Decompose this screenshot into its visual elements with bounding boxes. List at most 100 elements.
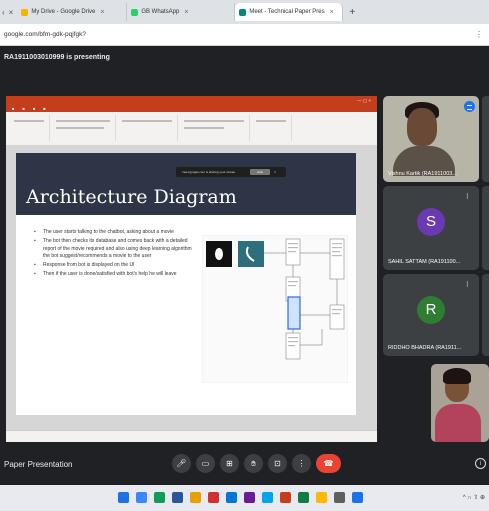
ribbon-tab[interactable]: ■ bbox=[12, 106, 14, 111]
ribbon-group bbox=[252, 115, 292, 141]
avatar: S bbox=[417, 208, 445, 236]
diagram-box bbox=[329, 238, 345, 280]
browser-tab-whatsapp[interactable]: GB WhatsApp × bbox=[127, 3, 236, 21]
participant-tile-video[interactable]: Vishnu Kartik (RA1911003... bbox=[383, 96, 479, 182]
ribbon-tab[interactable]: ■ bbox=[43, 106, 45, 111]
participant-tile-partial[interactable] bbox=[482, 274, 489, 356]
bullet-item: The user starts talking to the chatbot, … bbox=[34, 229, 194, 237]
ribbon-group bbox=[118, 115, 178, 141]
participant-name: SAHIL SATTAM (RA191100... bbox=[388, 259, 461, 265]
avatar: R bbox=[417, 296, 445, 324]
participant-tile-partial[interactable] bbox=[482, 186, 489, 270]
presenting-label: RA1911003010999 is presenting bbox=[4, 54, 110, 61]
user-icon bbox=[215, 248, 223, 260]
taskbar-app-icon[interactable] bbox=[244, 492, 255, 503]
microphone-button[interactable]: 🎤︎ bbox=[172, 454, 191, 473]
taskbar-app-icon[interactable] bbox=[298, 492, 309, 503]
taskbar-app-icon[interactable] bbox=[226, 492, 237, 503]
taskbar-app-icon[interactable] bbox=[316, 492, 327, 503]
present-button[interactable]: ⊞ bbox=[220, 454, 239, 473]
slide-canvas: meet.google.com is sharing your screen. … bbox=[6, 146, 377, 430]
browser-tab-bar: ‹ × My Drive - Google Drive × GB WhatsAp… bbox=[0, 0, 489, 24]
drive-icon bbox=[21, 8, 29, 16]
os-taskbar: ^ ∩ ⇧ ⊕ bbox=[0, 485, 489, 511]
info-icon[interactable]: i bbox=[475, 458, 486, 469]
self-view-tile[interactable] bbox=[431, 364, 489, 442]
participant-tile-sahil[interactable]: ⠇ S SAHIL SATTAM (RA191100... bbox=[383, 186, 479, 270]
more-options-icon[interactable]: ⠇ bbox=[466, 281, 471, 289]
participant-face bbox=[407, 108, 437, 146]
address-bar[interactable]: google.com/bfm-gdk-pqjfgk? ⋮ bbox=[0, 24, 489, 46]
meet-icon bbox=[239, 8, 247, 16]
slide-title: Architecture Diagram bbox=[26, 186, 237, 208]
close-icon[interactable]: × bbox=[274, 169, 276, 174]
hide-share-button[interactable]: Hide bbox=[250, 169, 270, 175]
share-notice-text: meet.google.com is sharing your screen. bbox=[182, 170, 237, 174]
system-tray[interactable]: ^ ∩ ⇧ ⊕ bbox=[463, 494, 485, 501]
browser-menu-icon[interactable]: ⋮ bbox=[475, 30, 483, 39]
more-options-icon[interactable]: ⠇ bbox=[466, 193, 471, 201]
screen: ‹ × My Drive - Google Drive × GB WhatsAp… bbox=[0, 0, 489, 511]
powerpoint-status-bar bbox=[6, 430, 377, 442]
taskbar-app-icon[interactable] bbox=[118, 492, 129, 503]
participant-tile-partial[interactable] bbox=[482, 96, 489, 182]
tab-label: My Drive - Google Drive bbox=[31, 9, 96, 15]
shared-screen: — ▢ × ■ ■ ■ ■ meet.google.com is sharing… bbox=[6, 96, 377, 442]
captions-button[interactable]: ▭ bbox=[196, 454, 215, 473]
slide-bullets: The user starts talking to the chatbot, … bbox=[34, 229, 194, 280]
ribbon-group bbox=[10, 115, 50, 141]
self-hair bbox=[443, 368, 471, 384]
screen-share-notice: meet.google.com is sharing your screen. … bbox=[176, 167, 286, 177]
taskbar-app-icon[interactable] bbox=[172, 492, 183, 503]
close-icon[interactable]: × bbox=[9, 8, 14, 17]
taskbar-app-icon[interactable] bbox=[334, 492, 345, 503]
meet-control-bar: Paper Presentation 🎤︎ ▭ ⊞ ✋︎ ⊡ ⋮ ☎︎ i bbox=[0, 445, 489, 485]
taskbar-app-icon[interactable] bbox=[262, 492, 273, 503]
url-text: google.com/bfm-gdk-pqjfgk? bbox=[4, 31, 87, 38]
taskbar-app-icon[interactable] bbox=[136, 492, 147, 503]
tab-label: Meet - Technical Paper Pres bbox=[249, 9, 325, 15]
avatar-initial: R bbox=[425, 301, 437, 318]
tab-label: GB WhatsApp bbox=[141, 9, 180, 15]
powerpoint-ribbon bbox=[6, 112, 377, 146]
powerpoint-ribbon-tabs: ■ ■ ■ ■ bbox=[6, 105, 377, 112]
chatbot-block bbox=[238, 241, 264, 267]
presenting-banner: RA1911003010999 is presenting bbox=[0, 46, 489, 88]
slide: meet.google.com is sharing your screen. … bbox=[16, 153, 356, 415]
window-controls-icon[interactable]: — ▢ × bbox=[357, 96, 371, 105]
ribbon-tab[interactable]: ■ bbox=[33, 106, 35, 111]
back-icon[interactable]: ‹ bbox=[2, 8, 5, 17]
whatsapp-icon bbox=[131, 8, 139, 16]
speaking-indicator-icon bbox=[464, 101, 475, 112]
slide-header: meet.google.com is sharing your screen. … bbox=[16, 153, 356, 215]
browser-tab-drive[interactable]: My Drive - Google Drive × bbox=[17, 3, 128, 21]
database-box bbox=[287, 296, 301, 330]
close-tab-icon[interactable]: × bbox=[100, 9, 104, 16]
ribbon-tab[interactable]: ■ bbox=[22, 106, 24, 111]
bullet-item: Response from bot is displayed on the UI bbox=[34, 262, 194, 270]
taskbar-app-icon[interactable] bbox=[154, 492, 165, 503]
more-options-button[interactable]: ⋮ bbox=[292, 454, 311, 473]
present-screen-button[interactable]: ⊡ bbox=[268, 454, 287, 473]
new-tab-button[interactable]: + bbox=[349, 7, 355, 18]
browser-tab-meet[interactable]: Meet - Technical Paper Pres × bbox=[235, 3, 344, 21]
close-tab-icon[interactable]: × bbox=[330, 9, 334, 16]
bullet-item: The bot then checks its database and com… bbox=[34, 238, 194, 261]
leave-call-button[interactable]: ☎︎ bbox=[316, 454, 341, 473]
taskbar-app-icon[interactable] bbox=[280, 492, 291, 503]
participant-name: Vishnu Kartik (RA1911003... bbox=[388, 171, 457, 177]
self-body bbox=[435, 404, 481, 442]
taskbar-app-icon[interactable] bbox=[190, 492, 201, 503]
participant-tile-riddho[interactable]: ⠇ R RIDDHO BHADRA (RA1911... bbox=[383, 274, 479, 356]
close-tab-icon[interactable]: × bbox=[184, 9, 188, 16]
taskbar-app-icon[interactable] bbox=[352, 492, 363, 503]
raise-hand-button[interactable]: ✋︎ bbox=[244, 454, 263, 473]
architecture-diagram bbox=[202, 235, 348, 383]
meeting-title: Paper Presentation bbox=[4, 460, 73, 469]
diagram-box bbox=[329, 304, 345, 330]
participant-name: RIDDHO BHADRA (RA1911... bbox=[388, 345, 462, 351]
bullet-item: Then if the user is done/satisfied with … bbox=[34, 271, 194, 279]
taskbar-app-icon[interactable] bbox=[208, 492, 219, 503]
powerpoint-title-bar: — ▢ × bbox=[6, 96, 377, 105]
tab-nav: ‹ × bbox=[2, 8, 13, 17]
